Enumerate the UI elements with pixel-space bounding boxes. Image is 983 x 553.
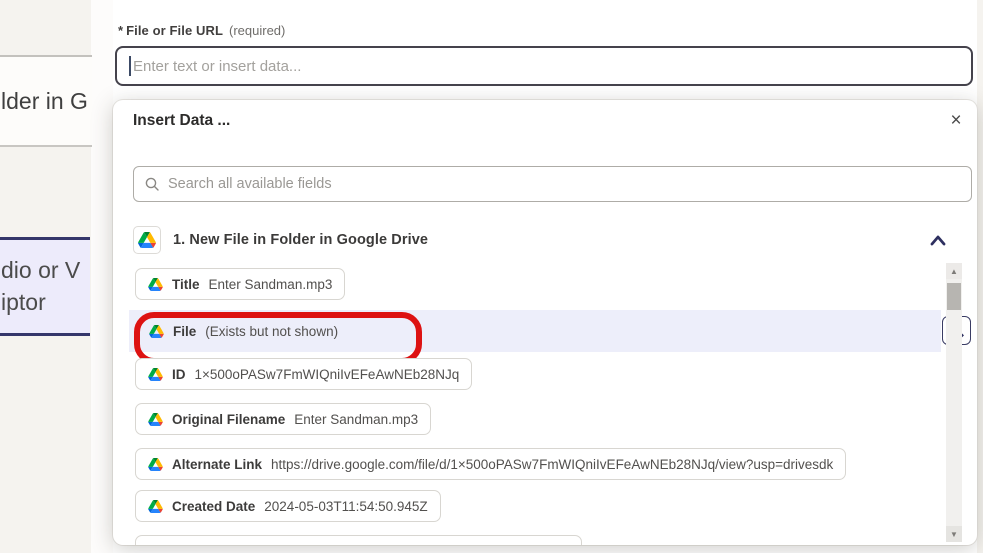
google-drive-icon: [133, 226, 161, 254]
google-drive-icon: [148, 367, 163, 381]
section-title: 1. New File in Folder in Google Drive: [173, 232, 429, 248]
field-value: (Exists but not shown): [205, 323, 339, 339]
field-name: Title: [172, 276, 200, 292]
close-icon[interactable]: ×: [943, 108, 969, 134]
section-header-google-drive[interactable]: 1. New File in Folder in Google Drive: [133, 220, 428, 260]
google-drive-icon: [148, 277, 163, 291]
search-placeholder: Search all available fields: [168, 176, 332, 192]
field-value: Enter Sandman.mp3: [294, 411, 419, 427]
background-left-column: lder in G dio or V iptor: [0, 0, 113, 553]
partial-text-line1: dio or V: [1, 256, 81, 283]
background-partial-card: lder in G: [0, 55, 92, 147]
google-drive-icon: [148, 457, 163, 471]
required-asterisk: *: [118, 23, 124, 38]
field-name: Original Filename: [172, 411, 286, 427]
file-url-input[interactable]: Enter text or insert data...: [115, 46, 973, 86]
panel-title: Insert Data ...: [133, 112, 231, 129]
background-partial-selected-card: dio or V iptor: [0, 237, 90, 336]
input-placeholder: Enter text or insert data...: [133, 57, 302, 75]
screen: lder in G dio or V iptor * File or File U…: [0, 0, 983, 553]
chevron-up-icon[interactable]: [929, 233, 947, 247]
field-value: https://drive.google.com/file/d/1×500oPA…: [271, 456, 834, 472]
list-item-partial[interactable]: [135, 535, 582, 545]
google-drive-icon: [148, 499, 163, 513]
field-label: * File or File URL (required): [118, 23, 285, 38]
scrollbar-thumb[interactable]: [947, 283, 961, 310]
text-caret: [129, 56, 131, 76]
file-pill[interactable]: File (Exists but not shown): [134, 312, 422, 364]
list-item-selected[interactable]: File (Exists but not shown): [129, 310, 971, 364]
field-value: 1×500oPASw7FmWIQniIvEFeAwNEb28NJq: [194, 366, 460, 382]
list-item[interactable]: Created Date 2024-05-03T11:54:50.945Z: [135, 490, 441, 522]
list-item[interactable]: Title Enter Sandman.mp3: [135, 268, 346, 300]
google-drive-icon: [148, 412, 163, 426]
list-item[interactable]: ID 1×500oPASw7FmWIQniIvEFeAwNEb28NJq: [135, 358, 473, 390]
insert-data-panel: Insert Data ... × Search all available f…: [113, 100, 977, 545]
required-note: (required): [229, 23, 286, 38]
background-white-strip: [91, 0, 113, 553]
partial-text-line2: iptor: [1, 288, 46, 315]
scroll-up-button[interactable]: ▲: [946, 263, 962, 279]
field-value: Enter Sandman.mp3: [208, 276, 333, 292]
partial-text: lder in G: [1, 87, 88, 114]
field-label-text: File or File URL: [126, 23, 224, 38]
scroll-down-button[interactable]: ▼: [946, 526, 962, 542]
google-drive-icon: [149, 324, 164, 338]
search-input[interactable]: Search all available fields: [133, 166, 972, 202]
field-name: File: [173, 323, 197, 339]
search-icon: [145, 177, 159, 191]
field-name: Created Date: [172, 498, 256, 514]
field-name: ID: [172, 366, 186, 382]
panel-scrollbar[interactable]: ▲ ▼: [946, 263, 962, 542]
field-value: 2024-05-03T11:54:50.945Z: [264, 498, 428, 514]
form-surface: * File or File URL (required) Enter text o…: [113, 0, 977, 553]
list-item[interactable]: Alternate Link https://drive.google.com/…: [135, 448, 847, 480]
list-item[interactable]: Original Filename Enter Sandman.mp3: [135, 403, 432, 435]
field-name: Alternate Link: [172, 456, 263, 472]
